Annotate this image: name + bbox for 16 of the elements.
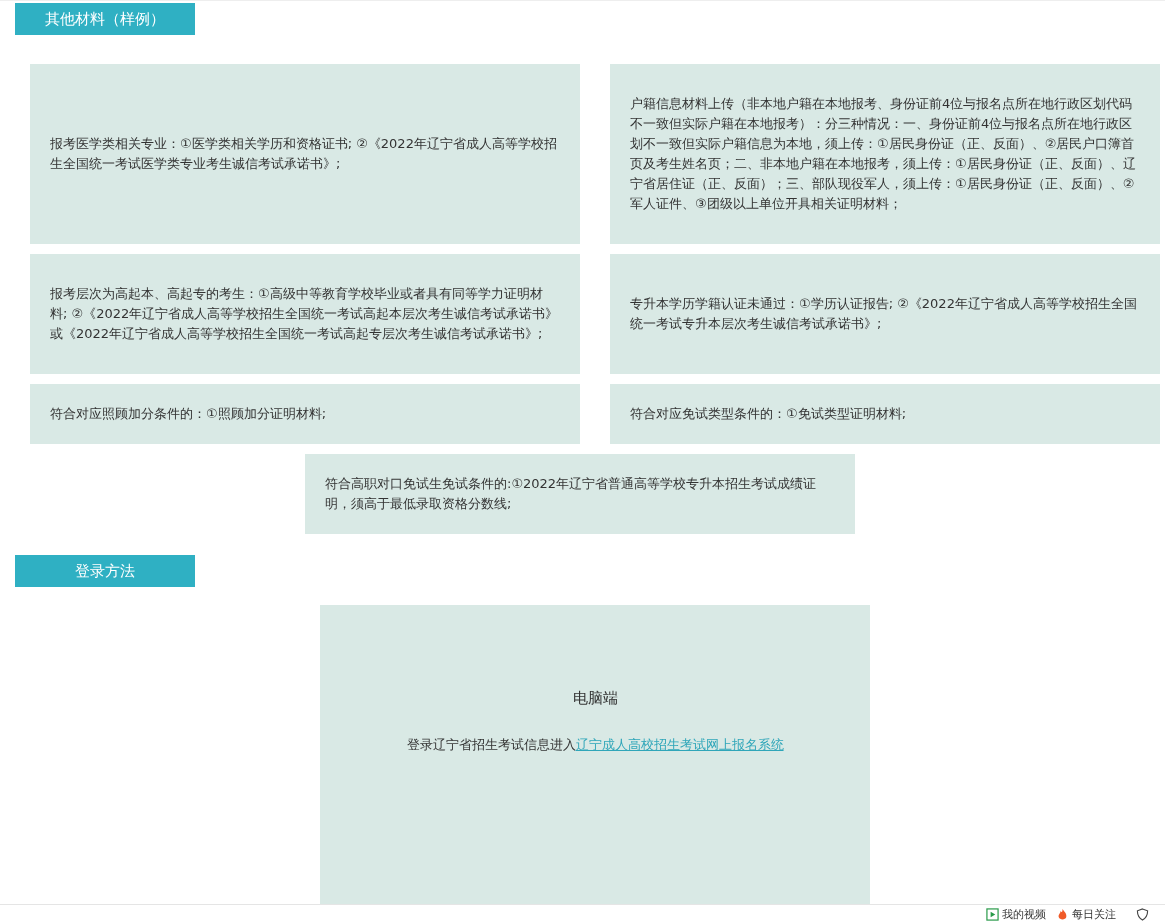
login-heading: 电脑端	[572, 689, 618, 708]
material-text: 符合高职对口免试生免试条件的:①2022年辽宁省普通高等学校专升本招生考试成绩证明，须高于最低录取资格分数线;	[325, 475, 818, 513]
login-instruction: 登录辽宁省招生考试信息进入	[406, 737, 576, 752]
shield-icon[interactable]	[1136, 907, 1149, 921]
material-text: 报考医学类相关专业：①医学类相关学历和资格证书; ②《2022年辽宁省成人高等学校招生全国统一考试医学类专业考生诚信考试承诺书》;	[50, 135, 558, 173]
flame-icon	[1056, 907, 1069, 921]
material-text: 报考层次为高起本、高起专的考生：①高级中等教育学校毕业或者具有同等学力证明材料; ②《2022年辽宁省成人高等学校招生全国统一考试高起本层次考生诚信考试承诺书》或《2022年辽宁省成人高等学校招生全国统一考试高起专层次考生诚信考试承诺书》;	[50, 285, 560, 343]
material-text: 专升本学历学籍认证未通过：①学历认证报告; ②《2022年辽宁省成人高等学校招生全国统一考试专升本层次考生诚信考试承诺书》;	[630, 295, 1138, 333]
footer-link[interactable]: 每日关注	[1072, 906, 1116, 922]
play-icon	[986, 907, 999, 921]
section-title: 其他材料（样例）	[15, 3, 195, 35]
material-text: 符合对应免试类型条件的：①免试类型证明材料;	[630, 405, 907, 423]
material-text: 符合对应照顾加分条件的：①照顾加分证明材料;	[50, 405, 327, 423]
material-text: 户籍信息材料上传（非本地户籍在本地报考、身份证前4位与报名点所在地行政区划代码不一致但实际户籍在本地报考）：分三种情况：一、身份证前4位与报名点所在地行政区划不一致但实际户籍信息为本地，须上传：①居民身份证（正、反面）、②居民户口簿首页及考生姓名页；二、非本地户籍在本地报考，须上传：①居民身份证（正、反面）、辽宁省居住证（正、反面）；三、部队现役军人，须上传：①居民身份证（正、反面）、②军人证件、③团级以上单位开具相关证明材料；	[630, 95, 1137, 213]
footer-link[interactable]: 我的视频	[1002, 906, 1046, 922]
section-title: 登录方法	[15, 555, 195, 587]
